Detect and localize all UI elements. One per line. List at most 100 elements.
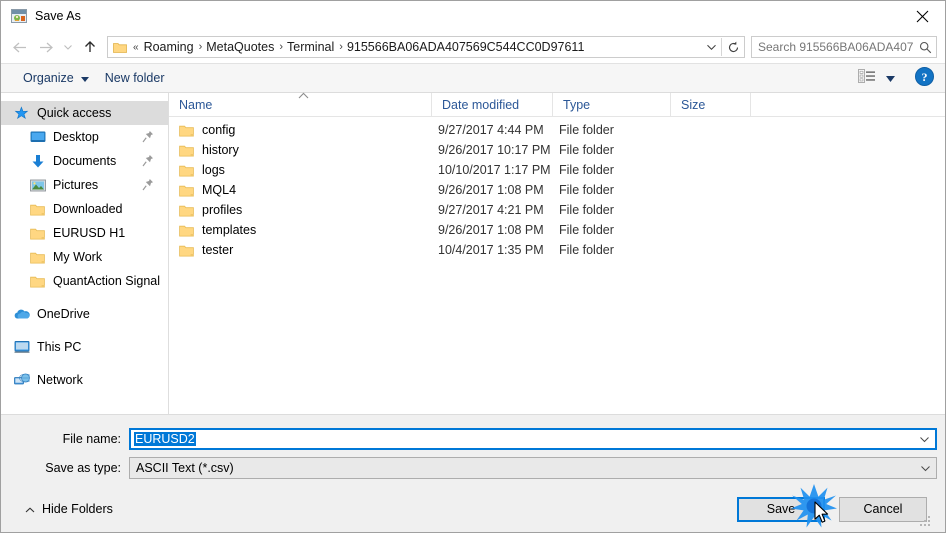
table-row[interactable]: profiles 9/27/2017 4:21 PM File folder bbox=[169, 200, 945, 220]
breadcrumb-item-2[interactable]: Terminal bbox=[284, 40, 337, 54]
sidebar-label: QuantAction Signal bbox=[53, 274, 161, 288]
navigation-pane: Quick access Desktop Documents Pictures … bbox=[1, 93, 169, 414]
breadcrumb-sep-0[interactable]: › bbox=[197, 41, 204, 53]
file-name-label: config bbox=[202, 123, 236, 137]
column-header-type[interactable]: Type bbox=[553, 92, 671, 117]
breadcrumb-sep-1[interactable]: › bbox=[277, 41, 284, 53]
refresh-icon[interactable] bbox=[722, 37, 744, 57]
file-date-cell: 9/27/2017 4:44 PM bbox=[438, 123, 544, 137]
new-folder-label: New folder bbox=[104, 71, 165, 85]
breadcrumb-item-0[interactable]: Roaming bbox=[141, 40, 197, 54]
organize-label: Organize bbox=[23, 71, 74, 85]
folder-icon bbox=[179, 164, 194, 177]
file-date-cell: 9/27/2017 4:21 PM bbox=[438, 203, 544, 217]
app-icon bbox=[11, 8, 27, 24]
table-row[interactable]: config 9/27/2017 4:44 PM File folder bbox=[169, 120, 945, 140]
folder-icon bbox=[179, 204, 194, 217]
breadcrumb-sep-2[interactable]: › bbox=[337, 41, 344, 53]
dialog-footer: File name: EURUSD2 Save as type: ASCII T… bbox=[1, 414, 945, 532]
filename-combobox[interactable]: EURUSD2 bbox=[129, 428, 937, 450]
sidebar-label: Downloaded bbox=[53, 202, 123, 216]
file-name-label: history bbox=[202, 143, 239, 157]
new-folder-button[interactable]: New folder bbox=[97, 67, 173, 89]
network-icon bbox=[13, 372, 30, 388]
sidebar-item-desktop[interactable]: Desktop bbox=[1, 125, 168, 149]
filename-row: File name: EURUSD2 bbox=[9, 428, 937, 450]
view-layout-icon bbox=[858, 69, 878, 87]
sidebar-item-this-pc[interactable]: This PC bbox=[1, 335, 168, 359]
file-name-label: MQL4 bbox=[202, 183, 237, 197]
filetype-combobox[interactable]: ASCII Text (*.csv) bbox=[129, 457, 937, 479]
filename-value: EURUSD2 bbox=[134, 432, 196, 446]
up-level-icon[interactable] bbox=[77, 35, 103, 59]
organize-button[interactable]: Organize bbox=[15, 67, 97, 89]
file-name-cell: profiles bbox=[169, 203, 432, 217]
filetype-chevron-down-icon[interactable] bbox=[914, 465, 936, 472]
sidebar-label: Pictures bbox=[53, 178, 99, 192]
breadcrumb-item-1[interactable]: MetaQuotes bbox=[203, 40, 277, 54]
forward-icon[interactable] bbox=[33, 35, 59, 59]
address-chevron-down-icon[interactable] bbox=[701, 37, 721, 57]
back-icon[interactable] bbox=[7, 35, 33, 59]
file-name-label: tester bbox=[202, 243, 234, 257]
sidebar-item-network[interactable]: Network bbox=[1, 368, 168, 392]
sidebar-item-eurusd-h1[interactable]: EURUSD H1 bbox=[1, 221, 168, 245]
close-button[interactable] bbox=[899, 1, 945, 31]
dialog-body: Quick access Desktop Documents Pictures … bbox=[1, 92, 945, 414]
table-row[interactable]: MQL4 9/26/2017 1:08 PM File folder bbox=[169, 180, 945, 200]
download-icon bbox=[29, 153, 46, 169]
breadcrumb-overflow[interactable]: « bbox=[131, 42, 141, 53]
button-bar: Hide Folders Save Cancel bbox=[9, 486, 937, 532]
column-header-size[interactable]: Size bbox=[671, 92, 751, 117]
table-row[interactable]: logs 10/10/2017 1:17 PM File folder bbox=[169, 160, 945, 180]
address-bar[interactable]: « Roaming › MetaQuotes › Terminal › 9155… bbox=[107, 36, 745, 58]
svg-text:?: ? bbox=[921, 70, 927, 84]
cancel-button[interactable]: Cancel bbox=[839, 496, 927, 522]
sidebar-item-quick-access[interactable]: Quick access bbox=[1, 101, 168, 125]
sidebar-label: Desktop bbox=[53, 130, 99, 144]
filetype-value: ASCII Text (*.csv) bbox=[136, 461, 234, 475]
star-icon bbox=[13, 105, 30, 121]
help-button[interactable]: ? bbox=[911, 65, 937, 91]
hide-folders-button[interactable]: Hide Folders bbox=[17, 502, 113, 516]
filetype-label: Save as type: bbox=[45, 461, 121, 475]
sidebar-item-onedrive[interactable]: OneDrive bbox=[1, 302, 168, 326]
sidebar-item-documents[interactable]: Documents bbox=[1, 149, 168, 173]
file-name-label: profiles bbox=[202, 203, 243, 217]
sidebar-item-pictures[interactable]: Pictures bbox=[1, 173, 168, 197]
search-input[interactable]: Search 915566BA06ADA40756... bbox=[752, 40, 914, 54]
search-box[interactable]: Search 915566BA06ADA40756... bbox=[751, 36, 937, 58]
change-view-button[interactable] bbox=[854, 67, 899, 89]
sidebar-item-downloaded[interactable]: Downloaded bbox=[1, 197, 168, 221]
sidebar-item-quantaction-signal[interactable]: QuantAction Signal bbox=[1, 269, 168, 293]
folder-icon bbox=[179, 144, 194, 157]
sidebar-label: Documents bbox=[53, 154, 117, 168]
file-type-cell: File folder bbox=[559, 123, 614, 137]
folder-icon bbox=[179, 124, 194, 137]
folder-icon bbox=[179, 244, 194, 257]
sidebar-label: EURUSD H1 bbox=[53, 226, 126, 240]
sidebar-item-my-work[interactable]: My Work bbox=[1, 245, 168, 269]
table-row[interactable]: history 9/26/2017 10:17 PM File folder bbox=[169, 140, 945, 160]
file-name-cell: templates bbox=[169, 223, 432, 237]
file-date-cell: 9/26/2017 10:17 PM bbox=[438, 143, 551, 157]
breadcrumb-item-3[interactable]: 915566BA06ADA407569C544CC0D97611 bbox=[344, 40, 587, 54]
column-header-date-modified[interactable]: Date modified bbox=[432, 92, 553, 117]
cloud-icon bbox=[13, 306, 30, 322]
save-button[interactable]: Save bbox=[737, 496, 825, 522]
recent-locations-chevron-down-icon[interactable] bbox=[59, 35, 77, 59]
file-date-cell: 9/26/2017 1:08 PM bbox=[438, 223, 544, 237]
chevron-up-icon bbox=[25, 502, 35, 516]
table-row[interactable]: templates 9/26/2017 1:08 PM File folder bbox=[169, 220, 945, 240]
column-header-name[interactable]: Name bbox=[169, 92, 432, 117]
pc-icon bbox=[13, 339, 30, 355]
table-row[interactable]: tester 10/4/2017 1:35 PM File folder bbox=[169, 240, 945, 260]
file-name-label: logs bbox=[202, 163, 225, 177]
filename-input[interactable]: EURUSD2 bbox=[131, 432, 913, 446]
folder-icon bbox=[29, 273, 46, 289]
resize-grip[interactable] bbox=[920, 516, 932, 528]
filename-chevron-down-icon[interactable] bbox=[913, 436, 935, 443]
